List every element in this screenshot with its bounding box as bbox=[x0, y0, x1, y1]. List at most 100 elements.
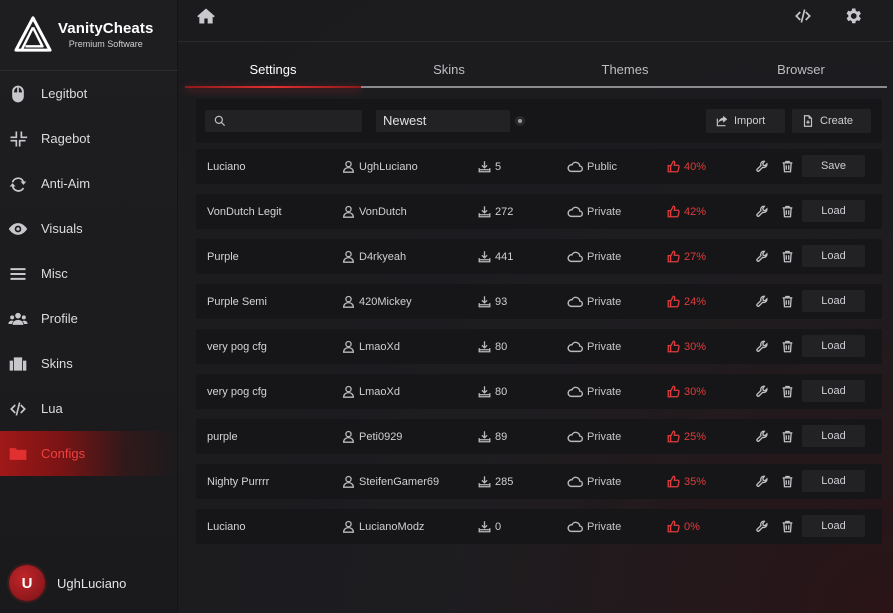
row-action-button[interactable]: Load bbox=[802, 425, 865, 447]
thumbs-up-icon bbox=[667, 340, 680, 353]
edit-button[interactable] bbox=[756, 194, 769, 229]
user-name: UghLuciano bbox=[57, 575, 127, 591]
topbar bbox=[178, 0, 893, 40]
edit-button[interactable] bbox=[756, 509, 769, 544]
sidebar-item-label: Ragebot bbox=[41, 131, 91, 146]
config-name: very pog cfg bbox=[207, 385, 267, 398]
config-author-name: LucianoModz bbox=[359, 520, 425, 533]
config-row: VonDutch Legit VonDutch 272 Private 42% … bbox=[196, 194, 882, 229]
settings-button[interactable] bbox=[842, 5, 864, 27]
user-icon bbox=[342, 340, 355, 353]
delete-button[interactable] bbox=[781, 464, 794, 499]
thumbs-up-icon bbox=[667, 430, 680, 443]
create-button[interactable]: Create bbox=[792, 109, 871, 133]
trash-icon bbox=[782, 205, 793, 218]
sort-order-toggle[interactable] bbox=[515, 116, 525, 126]
edit-button[interactable] bbox=[756, 149, 769, 184]
config-visibility: Private bbox=[567, 509, 621, 544]
download-icon bbox=[478, 475, 491, 488]
sidebar-item-profile[interactable]: Profile bbox=[0, 296, 178, 341]
search-input[interactable] bbox=[231, 110, 357, 132]
edit-button[interactable] bbox=[756, 464, 769, 499]
row-action-button[interactable]: Load bbox=[802, 335, 865, 357]
row-action-button[interactable]: Save bbox=[802, 155, 865, 177]
config-downloads: 441 bbox=[478, 239, 513, 274]
main-panel: Settings Skins Themes Browser Newest Imp… bbox=[178, 0, 893, 613]
filter-bar: Newest Import Create bbox=[196, 99, 882, 143]
config-rating-value: 35% bbox=[684, 475, 707, 488]
delete-button[interactable] bbox=[781, 374, 794, 409]
code-button[interactable] bbox=[792, 5, 814, 27]
import-button[interactable]: Import bbox=[706, 109, 785, 133]
row-action-button[interactable]: Load bbox=[802, 290, 865, 312]
home-button[interactable] bbox=[195, 5, 217, 27]
bars-icon bbox=[7, 263, 29, 285]
config-author-name: Peti0929 bbox=[359, 430, 403, 443]
edit-button[interactable] bbox=[756, 419, 769, 454]
config-rating: 25% bbox=[667, 419, 706, 454]
sidebar-item-visuals[interactable]: Visuals bbox=[0, 206, 178, 251]
row-action-button[interactable]: Load bbox=[802, 200, 865, 222]
delete-button[interactable] bbox=[781, 509, 794, 544]
wrench-icon bbox=[756, 520, 768, 532]
edit-button[interactable] bbox=[756, 329, 769, 364]
delete-button[interactable] bbox=[781, 329, 794, 364]
sidebar-item-legitbot[interactable]: Legitbot bbox=[0, 71, 178, 116]
config-download-count: 80 bbox=[495, 340, 508, 353]
sidebar-item-configs[interactable]: Configs bbox=[0, 431, 178, 476]
config-author-name: D4rkyeah bbox=[359, 250, 407, 263]
download-icon bbox=[478, 430, 491, 443]
config-row: Purple D4rkyeah 441 Private 27% Load bbox=[196, 239, 882, 274]
config-author: 420Mickey bbox=[342, 284, 412, 319]
config-visibility-label: Private bbox=[587, 430, 622, 443]
trash-icon bbox=[782, 520, 793, 533]
config-author-name: LmaoXd bbox=[359, 340, 400, 353]
sidebar-item-skins[interactable]: Skins bbox=[0, 341, 178, 386]
config-visibility: Private bbox=[567, 239, 621, 274]
config-name: VonDutch Legit bbox=[207, 205, 282, 218]
user-icon bbox=[342, 205, 355, 218]
config-author: LmaoXd bbox=[342, 329, 400, 364]
edit-button[interactable] bbox=[756, 284, 769, 319]
delete-button[interactable] bbox=[781, 419, 794, 454]
config-rating-value: 30% bbox=[684, 385, 707, 398]
home-icon bbox=[197, 8, 215, 24]
wrench-icon bbox=[756, 295, 768, 307]
sidebar-item-ragebot[interactable]: Ragebot bbox=[0, 116, 178, 161]
tab-skins[interactable]: Skins bbox=[361, 52, 537, 86]
row-action-button[interactable]: Load bbox=[802, 380, 865, 402]
eye-icon bbox=[7, 218, 29, 240]
delete-button[interactable] bbox=[781, 194, 794, 229]
tab-settings[interactable]: Settings bbox=[185, 52, 361, 88]
tab-browser[interactable]: Browser bbox=[713, 52, 889, 86]
config-rating-value: 24% bbox=[684, 295, 707, 308]
row-action-button[interactable]: Load bbox=[802, 470, 865, 492]
config-name: Purple bbox=[207, 250, 239, 263]
download-icon bbox=[478, 205, 491, 218]
delete-button[interactable] bbox=[781, 284, 794, 319]
search-box bbox=[205, 110, 362, 132]
config-rating: 42% bbox=[667, 194, 706, 229]
edit-button[interactable] bbox=[756, 374, 769, 409]
user-profile[interactable]: U UghLuciano bbox=[9, 565, 126, 601]
thumbs-up-icon bbox=[667, 520, 680, 533]
sidebar-item-anti-aim[interactable]: Anti-Aim bbox=[0, 161, 178, 206]
config-rating-value: 30% bbox=[684, 340, 707, 353]
delete-button[interactable] bbox=[781, 149, 794, 184]
edit-button[interactable] bbox=[756, 239, 769, 274]
tab-themes[interactable]: Themes bbox=[537, 52, 713, 86]
cloud-icon bbox=[567, 520, 583, 533]
sidebar-item-lua[interactable]: Lua bbox=[0, 386, 178, 431]
sort-select[interactable]: Newest bbox=[376, 110, 510, 132]
cloud-icon bbox=[567, 295, 583, 308]
config-author-name: 420Mickey bbox=[359, 295, 412, 308]
sidebar: VanityCheats Premium Software Legitbot R… bbox=[0, 0, 178, 613]
code-icon bbox=[795, 9, 811, 23]
config-name: Purple Semi bbox=[207, 295, 267, 308]
config-rating-value: 25% bbox=[684, 430, 707, 443]
delete-button[interactable] bbox=[781, 239, 794, 274]
row-action-button[interactable]: Load bbox=[802, 515, 865, 537]
row-action-button[interactable]: Load bbox=[802, 245, 865, 267]
sidebar-item-misc[interactable]: Misc bbox=[0, 251, 178, 296]
divider bbox=[178, 41, 893, 42]
